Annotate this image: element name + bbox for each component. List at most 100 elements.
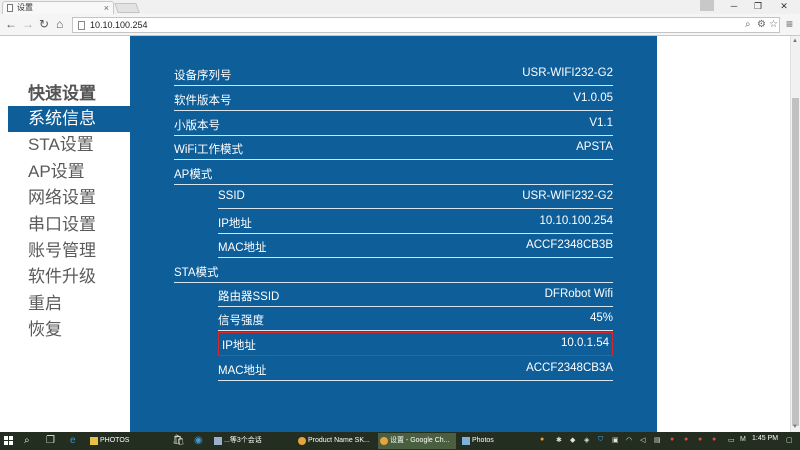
sidebar-nav: 快速设置 系统信息 STA设置 AP设置 网络设置 串口设置 账号管理 软件升级… bbox=[8, 82, 130, 344]
tray-app-icon[interactable]: ▣ bbox=[612, 436, 619, 444]
taskbar-app-label: Product Name SK... bbox=[308, 437, 370, 444]
bookmark-star-icon[interactable]: ☆ bbox=[769, 19, 778, 30]
taskbar-app-sessions[interactable]: ...等3个会话 bbox=[212, 433, 292, 449]
tray-network-icon[interactable]: ▤ bbox=[654, 436, 661, 444]
sidebar-item-ap-settings[interactable]: AP设置 bbox=[8, 159, 130, 185]
taskbar-app-label: 设置 - Google Ch... bbox=[390, 437, 450, 444]
chat-icon[interactable]: ◉ bbox=[194, 435, 203, 447]
chrome-icon bbox=[380, 437, 388, 445]
tray-shield-icon[interactable]: ⛉ bbox=[598, 436, 603, 444]
info-value: 45% bbox=[589, 312, 613, 324]
tray-bluetooth-icon[interactable]: ✱ bbox=[556, 436, 562, 444]
address-bar[interactable]: ⌕ ⚙ ☆ bbox=[72, 17, 780, 33]
page-info-icon[interactable] bbox=[78, 21, 85, 30]
sidebar-item-restore[interactable]: 恢复 bbox=[8, 317, 130, 343]
profile-icon[interactable] bbox=[700, 0, 714, 11]
info-section-ap: AP模式 bbox=[174, 161, 613, 185]
extension-icon[interactable]: ⚙ bbox=[757, 19, 766, 30]
tab-close-icon[interactable]: × bbox=[104, 2, 109, 14]
info-label: IP地址 bbox=[222, 340, 256, 352]
info-section-sta: STA模式 bbox=[174, 259, 613, 283]
tray-app-icon[interactable]: ● bbox=[670, 436, 674, 443]
info-label: 信号强度 bbox=[218, 315, 264, 327]
info-row-sta-mac: MAC地址 ACCF2348CB3A bbox=[218, 357, 613, 381]
info-label: 设备序列号 bbox=[174, 70, 232, 82]
info-label: MAC地址 bbox=[218, 242, 267, 254]
tray-app-icon[interactable]: ● bbox=[540, 436, 544, 443]
browser-toolbar: ← → ↻ ⌂ ⌕ ⚙ ☆ bbox=[0, 14, 800, 36]
info-value: ACCF2348CB3A bbox=[526, 362, 613, 374]
tray-app-icon[interactable]: ● bbox=[684, 436, 688, 443]
windows-start-icon[interactable] bbox=[4, 436, 14, 446]
scroll-down-icon[interactable]: ▼ bbox=[792, 424, 798, 430]
browser-tab[interactable]: 设置 × bbox=[2, 1, 114, 14]
back-icon[interactable]: ← bbox=[5, 17, 17, 31]
page-scrollbar[interactable]: ▲ ▼ bbox=[790, 36, 800, 432]
taskbar-app-chrome-settings[interactable]: 设置 - Google Ch... bbox=[378, 433, 456, 449]
page-icon bbox=[7, 4, 13, 12]
scroll-up-icon[interactable]: ▲ bbox=[792, 38, 798, 44]
info-value: ACCF2348CB3B bbox=[526, 239, 613, 251]
tray-ime-icon[interactable]: M bbox=[740, 436, 746, 443]
taskbar-app-photos-folder[interactable]: PHOTOS bbox=[88, 433, 164, 449]
new-tab-button[interactable] bbox=[114, 3, 140, 13]
sidebar-item-reboot[interactable]: 重启 bbox=[8, 291, 130, 317]
system-info-panel: 设备序列号 USR-WIFI232-G2 软件版本号 V1.0.05 小版本号 … bbox=[130, 36, 657, 432]
info-label: MAC地址 bbox=[218, 365, 267, 377]
info-label: WiFi工作模式 bbox=[174, 144, 243, 156]
tray-wifi-icon[interactable]: ◠ bbox=[626, 436, 632, 444]
sidebar-item-network-settings[interactable]: 网络设置 bbox=[8, 185, 130, 211]
taskbar-clock[interactable]: 1:45 PM bbox=[752, 435, 778, 442]
taskbar: ⌕ ❐ e PHOTOS 🛍 ◉ ...等3个会话 Product Name S… bbox=[0, 432, 800, 450]
reload-icon[interactable]: ↻ bbox=[39, 17, 49, 31]
edge-icon[interactable]: e bbox=[70, 435, 76, 447]
taskbar-app-product-name[interactable]: Product Name SK... bbox=[296, 433, 374, 449]
sidebar-item-serial-settings[interactable]: 串口设置 bbox=[8, 212, 130, 238]
task-view-icon[interactable]: ❐ bbox=[46, 435, 55, 447]
minimize-icon[interactable]: ─ bbox=[722, 0, 746, 12]
chrome-menu-icon[interactable]: ≡ bbox=[786, 17, 793, 31]
taskbar-app-label: Photos bbox=[472, 437, 494, 444]
tray-keyboard-icon[interactable]: ▭ bbox=[728, 436, 735, 444]
sidebar-item-sta-settings[interactable]: STA设置 bbox=[8, 132, 130, 158]
taskbar-app-photos[interactable]: Photos bbox=[460, 433, 532, 449]
scrollbar-thumb[interactable] bbox=[792, 98, 799, 426]
info-label: SSID bbox=[218, 190, 245, 202]
info-row-sta-ip: IP地址 10.0.1.54 bbox=[218, 332, 613, 356]
info-row-wifi-mode: WiFi工作模式 APSTA bbox=[174, 136, 613, 160]
chrome-icon bbox=[298, 437, 306, 445]
sidebar-item-account[interactable]: 账号管理 bbox=[8, 238, 130, 264]
sidebar-item-system-info[interactable]: 系统信息 bbox=[8, 106, 130, 133]
search-icon[interactable]: ⌕ bbox=[24, 435, 30, 447]
tray-app-icon[interactable]: ◆ bbox=[570, 436, 575, 444]
tray-volume-icon[interactable]: ◁ bbox=[640, 436, 645, 444]
sidebar-title[interactable]: 快速设置 bbox=[8, 82, 130, 106]
info-row-ap-ip: IP地址 10.10.100.254 bbox=[218, 210, 613, 234]
tray-app-icon[interactable]: ◈ bbox=[584, 436, 589, 444]
info-row-serial: 设备序列号 USR-WIFI232-G2 bbox=[174, 62, 613, 86]
window-close-icon[interactable]: ✕ bbox=[772, 0, 796, 12]
notification-icon[interactable]: ▢ bbox=[786, 436, 793, 444]
info-value: 10.0.1.54 bbox=[561, 337, 609, 349]
section-heading: AP模式 bbox=[174, 169, 213, 181]
info-value: APSTA bbox=[576, 141, 613, 153]
tray-app-icon[interactable]: ● bbox=[698, 436, 702, 443]
info-row-minor-version: 小版本号 V1.1 bbox=[174, 112, 613, 136]
zoom-icon[interactable]: ⌕ bbox=[745, 19, 751, 30]
page-viewport: 快速设置 系统信息 STA设置 AP设置 网络设置 串口设置 账号管理 软件升级… bbox=[0, 36, 790, 432]
sidebar-item-firmware-upgrade[interactable]: 软件升级 bbox=[8, 264, 130, 290]
info-label: IP地址 bbox=[218, 218, 252, 230]
home-icon[interactable]: ⌂ bbox=[56, 17, 63, 31]
info-value: 10.10.100.254 bbox=[539, 215, 613, 227]
forward-icon[interactable]: → bbox=[22, 17, 34, 31]
info-label: 软件版本号 bbox=[174, 95, 232, 107]
info-row-sta-ssid: 路由器SSID DFRobot Wifi bbox=[218, 283, 613, 307]
store-icon[interactable]: 🛍 bbox=[172, 435, 185, 447]
photos-icon bbox=[462, 437, 470, 445]
info-value: V1.1 bbox=[589, 117, 613, 129]
tray-app-icon[interactable]: ● bbox=[712, 436, 716, 443]
taskbar-app-label: ...等3个会话 bbox=[224, 437, 262, 444]
url-input[interactable] bbox=[90, 20, 690, 30]
info-value: V1.0.05 bbox=[573, 92, 613, 104]
restore-icon[interactable]: ❐ bbox=[746, 0, 770, 12]
